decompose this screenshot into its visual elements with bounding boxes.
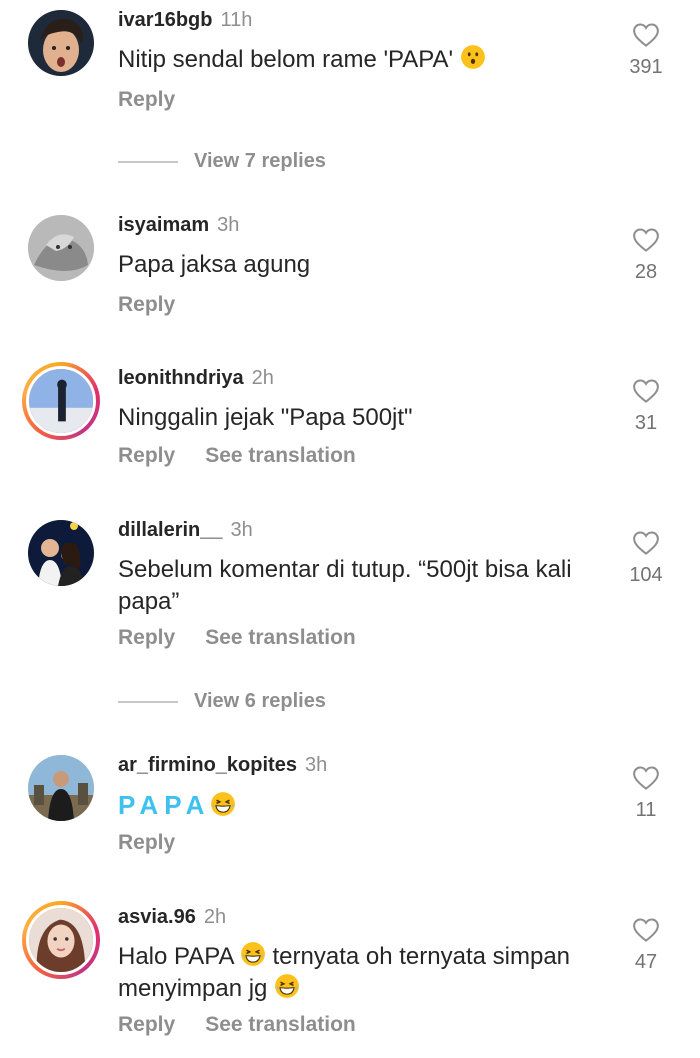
grinning-squinting-face-emoji-icon [210,791,236,817]
avatar-image [29,369,93,433]
reply-button[interactable]: Reply [118,1013,175,1036]
reply-button[interactable]: Reply [118,444,175,467]
comment-actions: Reply See translation [118,626,356,650]
like-count: 391 [629,56,663,78]
timestamp: 3h [217,214,240,236]
heart-outline-icon[interactable] [631,20,661,50]
comment-meta: ivar16bgb 11h [118,9,252,32]
heart-outline-icon[interactable] [631,376,661,406]
like-button[interactable]: 104 [622,528,670,587]
avatar-story-ring[interactable] [22,901,100,979]
avatar[interactable] [28,755,94,821]
comment-text-content: PAPA [118,790,211,820]
comment-text-line: papa” [118,588,180,615]
timestamp: 2h [203,906,227,928]
avatar-image [29,908,93,972]
comment-actions: Reply [118,293,175,317]
heart-outline-icon[interactable] [631,763,661,793]
comment-meta: leonithndriya 2h [118,367,274,390]
avatar-image [28,520,94,586]
username[interactable]: asvia.96 [118,906,196,928]
comment-text: Halo PAPA ternyata oh ternyata simpan me… [118,941,608,1005]
like-button[interactable]: 47 [622,915,670,974]
divider [118,160,178,163]
reply-button[interactable]: Reply [118,626,175,649]
see-translation-button[interactable]: See translation [205,1013,356,1036]
see-translation-button[interactable]: See translation [205,444,356,467]
comment-text: PAPA [118,789,608,823]
like-count: 31 [634,412,658,434]
comment-text-content: Halo PAPA [118,943,234,970]
comment-text-line: Sebelum komentar di tutup. “500jt bisa k… [118,556,572,583]
hushed-face-emoji-icon [460,44,486,70]
reply-button[interactable]: Reply [118,831,175,854]
timestamp: 2h [251,367,274,389]
timestamp: 3h [304,754,328,776]
view-replies-label: View 6 replies [194,690,326,712]
avatar[interactable] [28,215,94,281]
avatar-image [28,10,94,76]
avatar[interactable] [28,10,94,76]
heart-outline-icon[interactable] [631,528,661,558]
comment-meta: asvia.96 2h [118,906,226,929]
avatar-story-ring[interactable] [22,362,100,440]
comment-actions: Reply See translation [118,1013,356,1037]
like-count: 104 [629,564,663,586]
comment-text: Nitip sendal belom rame 'PAPA' [118,44,608,76]
comment-meta: isyaimam 3h [118,214,239,237]
divider [118,700,178,703]
comment-text-line: Halo PAPA ternyata oh ternyata simpan [118,941,608,973]
like-button[interactable]: 11 [622,763,670,822]
comment-actions: Reply [118,88,175,112]
like-count: 47 [634,951,658,973]
comment-text: Ninggalin jejak "Papa 500jt" [118,404,413,431]
heart-outline-icon[interactable] [631,915,661,945]
like-count: 11 [635,799,657,821]
comment-actions: Reply See translation [118,444,356,468]
comment-actions: Reply [118,831,175,855]
timestamp: 11h [220,9,253,31]
avatar[interactable] [28,520,94,586]
comment-meta: ar_firmino_kopites 3h [118,754,327,777]
grinning-squinting-face-emoji-icon [274,973,300,999]
username[interactable]: dillalerin__ [118,519,223,541]
view-replies-label: View 7 replies [194,150,326,172]
comment-text-content: ternyata oh ternyata simpan [272,943,571,970]
avatar-image [28,755,94,821]
like-button[interactable]: 391 [622,20,670,79]
comment-text: Sebelum komentar di tutup. “500jt bisa k… [118,554,608,618]
comment-meta: dillalerin__ 3h [118,519,253,542]
username[interactable]: leonithndriya [118,367,244,389]
reply-button[interactable]: Reply [118,88,175,111]
comment-text-content: menyimpan jg [118,975,268,1002]
comment-text-content: Nitip sendal belom rame 'PAPA' [118,46,454,73]
view-replies-button[interactable]: View 6 replies [118,690,326,713]
view-replies-button[interactable]: View 7 replies [118,150,326,173]
like-button[interactable]: 28 [622,225,670,284]
timestamp: 3h [230,519,253,541]
username[interactable]: ivar16bgb [118,9,212,31]
comment-text-line: menyimpan jg [118,973,608,1005]
avatar [26,366,96,436]
avatar-image [28,215,94,281]
see-translation-button[interactable]: See translation [205,626,356,649]
username[interactable]: ar_firmino_kopites [118,754,297,776]
comment-text: Papa jaksa agung [118,251,311,278]
reply-button[interactable]: Reply [118,293,175,316]
like-button[interactable]: 31 [622,376,670,435]
heart-outline-icon[interactable] [631,225,661,255]
avatar [26,905,96,975]
like-count: 28 [634,261,658,283]
username[interactable]: isyaimam [118,214,209,236]
grinning-squinting-face-emoji-icon [240,941,266,967]
